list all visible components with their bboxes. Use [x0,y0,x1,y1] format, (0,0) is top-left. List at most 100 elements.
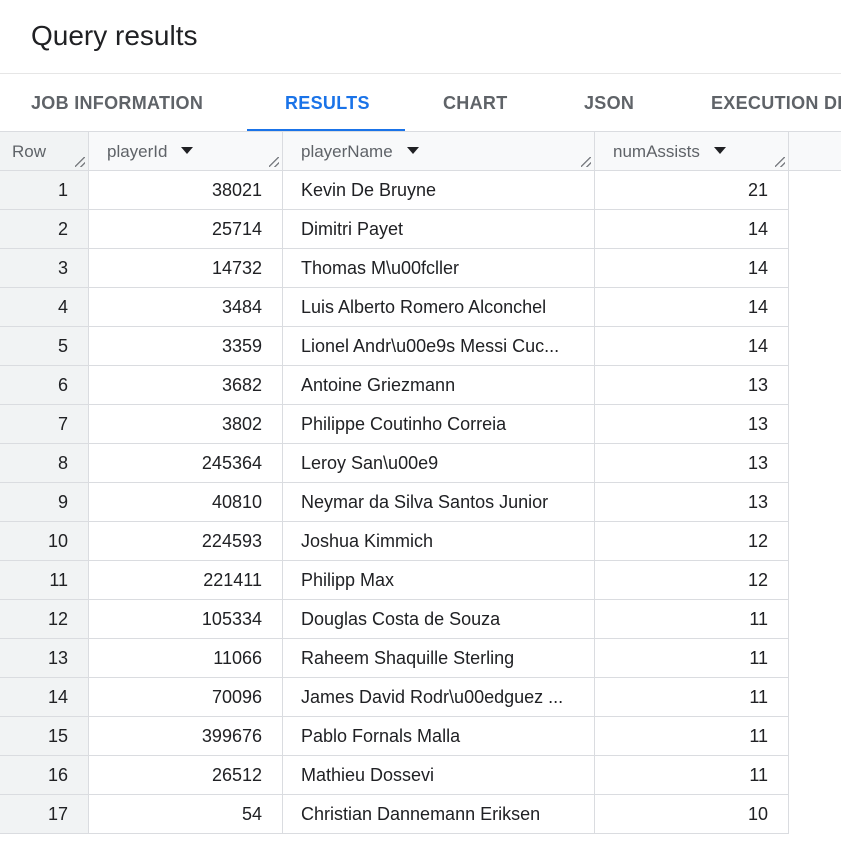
numassists-cell[interactable]: 13 [595,444,789,483]
column-resize-icon[interactable] [581,157,591,167]
numassists-cell[interactable]: 11 [595,756,789,795]
table-row[interactable]: 7 3802 Philippe Coutinho Correia 13 [0,405,841,444]
playerid-cell[interactable]: 26512 [89,756,283,795]
table-row[interactable]: 4 3484 Luis Alberto Romero Alconchel 14 [0,288,841,327]
numassists-cell[interactable]: 14 [595,249,789,288]
column-resize-icon[interactable] [269,157,279,167]
table-row[interactable]: 16 26512 Mathieu Dossevi 11 [0,756,841,795]
playerid-cell[interactable]: 70096 [89,678,283,717]
tab-chart[interactable]: CHART [443,74,508,132]
row-number-cell[interactable]: 16 [0,756,89,795]
playername-cell[interactable]: Douglas Costa de Souza [283,600,595,639]
row-number-cell[interactable]: 14 [0,678,89,717]
numassists-cell[interactable]: 12 [595,561,789,600]
table-row[interactable]: 11 221411 Philipp Max 12 [0,561,841,600]
row-number-cell[interactable]: 9 [0,483,89,522]
numassists-cell[interactable]: 21 [595,171,789,210]
row-number-cell[interactable]: 17 [0,795,89,834]
playerid-cell[interactable]: 14732 [89,249,283,288]
numassists-cell[interactable]: 11 [595,678,789,717]
table-row[interactable]: 12 105334 Douglas Costa de Souza 11 [0,600,841,639]
numassists-cell[interactable]: 14 [595,210,789,249]
playername-cell[interactable]: Joshua Kimmich [283,522,595,561]
numassists-cell[interactable]: 11 [595,717,789,756]
row-number-cell[interactable]: 1 [0,171,89,210]
column-resize-icon[interactable] [775,157,785,167]
table-row[interactable]: 17 54 Christian Dannemann Eriksen 10 [0,795,841,834]
numassists-cell[interactable]: 13 [595,366,789,405]
table-row[interactable]: 8 245364 Leroy San\u00e9 13 [0,444,841,483]
row-number-cell[interactable]: 6 [0,366,89,405]
playername-cell[interactable]: Philipp Max [283,561,595,600]
column-resize-icon[interactable] [75,157,85,167]
row-number-cell[interactable]: 5 [0,327,89,366]
playername-cell[interactable]: Leroy San\u00e9 [283,444,595,483]
playerid-cell[interactable]: 399676 [89,717,283,756]
numassists-cell[interactable]: 11 [595,639,789,678]
playerid-cell[interactable]: 54 [89,795,283,834]
numassists-cell[interactable]: 13 [595,483,789,522]
tab-execution-details[interactable]: EXECUTION DE [711,74,841,132]
playerid-cell[interactable]: 3484 [89,288,283,327]
playerid-cell[interactable]: 245364 [89,444,283,483]
sort-dropdown-icon[interactable] [181,147,194,155]
row-number-cell[interactable]: 11 [0,561,89,600]
table-row[interactable]: 2 25714 Dimitri Payet 14 [0,210,841,249]
column-header-playerid[interactable]: playerId [89,131,283,171]
playerid-cell[interactable]: 224593 [89,522,283,561]
row-number-cell[interactable]: 4 [0,288,89,327]
playerid-cell[interactable]: 40810 [89,483,283,522]
playername-cell[interactable]: Philippe Coutinho Correia [283,405,595,444]
row-number-cell[interactable]: 3 [0,249,89,288]
playername-cell[interactable]: Dimitri Payet [283,210,595,249]
tab-json[interactable]: JSON [584,74,634,132]
sort-dropdown-icon[interactable] [406,147,419,155]
column-header-numassists[interactable]: numAssists [595,131,789,171]
row-number-cell[interactable]: 12 [0,600,89,639]
playerid-cell[interactable]: 25714 [89,210,283,249]
playerid-cell[interactable]: 105334 [89,600,283,639]
table-row[interactable]: 6 3682 Antoine Griezmann 13 [0,366,841,405]
table-row[interactable]: 14 70096 James David Rodr\u00edguez ... 11 [0,678,841,717]
playerid-cell[interactable]: 3359 [89,327,283,366]
playerid-cell[interactable]: 221411 [89,561,283,600]
table-row[interactable]: 13 11066 Raheem Shaquille Sterling 11 [0,639,841,678]
row-number-cell[interactable]: 8 [0,444,89,483]
numassists-cell[interactable]: 14 [595,288,789,327]
playername-cell[interactable]: Mathieu Dossevi [283,756,595,795]
playername-cell[interactable]: Christian Dannemann Eriksen [283,795,595,834]
numassists-cell[interactable]: 13 [595,405,789,444]
playername-cell[interactable]: Raheem Shaquille Sterling [283,639,595,678]
playername-cell[interactable]: Thomas M\u00fcller [283,249,595,288]
table-row[interactable]: 5 3359 Lionel Andr\u00e9s Messi Cuc... 14 [0,327,841,366]
playerid-cell[interactable]: 38021 [89,171,283,210]
playerid-cell[interactable]: 3682 [89,366,283,405]
playername-cell[interactable]: Kevin De Bruyne [283,171,595,210]
playerid-cell[interactable]: 11066 [89,639,283,678]
table-row[interactable]: 9 40810 Neymar da Silva Santos Junior 13 [0,483,841,522]
row-number-cell[interactable]: 13 [0,639,89,678]
playername-cell[interactable]: Pablo Fornals Malla [283,717,595,756]
playername-cell[interactable]: Lionel Andr\u00e9s Messi Cuc... [283,327,595,366]
sort-dropdown-icon[interactable] [713,147,726,155]
playername-cell[interactable]: Antoine Griezmann [283,366,595,405]
row-number-cell[interactable]: 15 [0,717,89,756]
numassists-cell[interactable]: 11 [595,600,789,639]
playername-cell[interactable]: James David Rodr\u00edguez ... [283,678,595,717]
numassists-cell[interactable]: 10 [595,795,789,834]
numassists-cell[interactable]: 12 [595,522,789,561]
playerid-cell[interactable]: 3802 [89,405,283,444]
row-number-cell[interactable]: 10 [0,522,89,561]
tab-results[interactable]: RESULTS [285,74,370,132]
playername-cell[interactable]: Neymar da Silva Santos Junior [283,483,595,522]
table-row[interactable]: 1 38021 Kevin De Bruyne 21 [0,171,841,210]
row-number-cell[interactable]: 7 [0,405,89,444]
column-header-playername[interactable]: playerName [283,131,595,171]
table-row[interactable]: 3 14732 Thomas M\u00fcller 14 [0,249,841,288]
numassists-cell[interactable]: 14 [595,327,789,366]
playername-cell[interactable]: Luis Alberto Romero Alconchel [283,288,595,327]
tab-job-information[interactable]: JOB INFORMATION [31,74,203,132]
table-row[interactable]: 10 224593 Joshua Kimmich 12 [0,522,841,561]
row-number-cell[interactable]: 2 [0,210,89,249]
table-row[interactable]: 15 399676 Pablo Fornals Malla 11 [0,717,841,756]
